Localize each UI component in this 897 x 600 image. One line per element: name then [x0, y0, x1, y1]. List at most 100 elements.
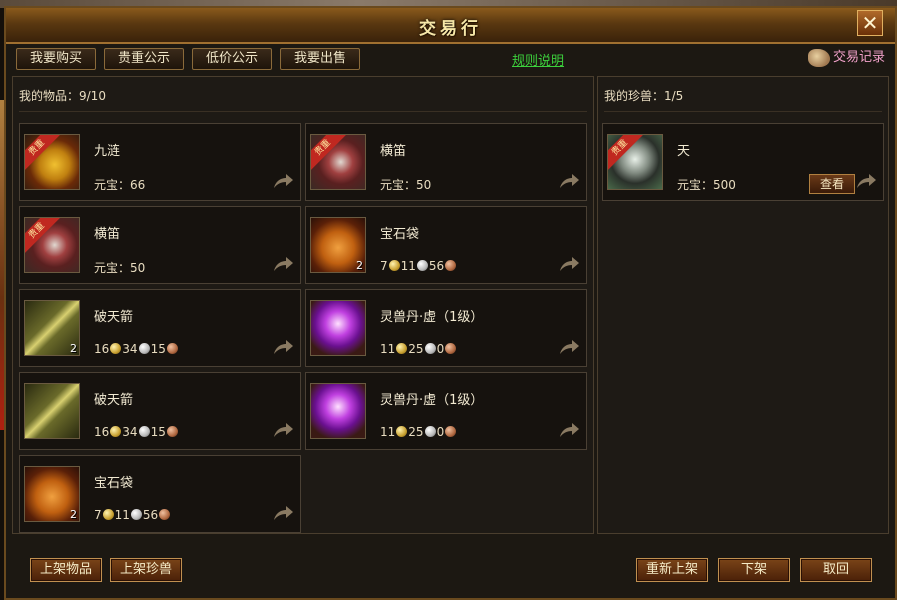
gem-bag-icon: 2 — [310, 217, 366, 273]
item-slot[interactable]: 2 宝石袋 7 11 56 — [305, 206, 587, 284]
amulet-icon: 贵重 — [24, 134, 80, 190]
tab-sell[interactable]: 我要出售 — [280, 48, 360, 70]
gold-amount: 7 — [94, 508, 102, 522]
gold-amount: 7 — [380, 259, 388, 273]
item-price: 11 25 0 — [380, 342, 457, 356]
item-slot[interactable]: 灵兽丹·虚（1级） 11 25 0 — [305, 372, 587, 450]
item-name: 横笛 — [94, 227, 121, 242]
items-panel: 我的物品：9/10 贵重 九涟 元宝：66 贵重 横笛 元宝：50 贵重 横笛 元宝：50 2 宝石… — [12, 76, 594, 534]
silver-coin-icon — [424, 343, 436, 354]
silver-coin-icon — [138, 343, 150, 354]
orb-icon — [310, 300, 366, 356]
delist-button[interactable]: 下架 — [718, 558, 790, 582]
gem-bag-icon: 2 — [24, 466, 80, 522]
gold-coin-icon — [396, 426, 408, 437]
item-name: 宝石袋 — [380, 227, 420, 242]
retrieve-button[interactable]: 取回 — [800, 558, 872, 582]
silver-amount: 34 — [122, 425, 138, 439]
beast-icon: 贵重 — [607, 134, 663, 190]
share-arrow-icon[interactable] — [855, 172, 877, 190]
list-pet-button[interactable]: 上架珍兽 — [110, 558, 182, 582]
copper-coin-icon — [445, 260, 457, 271]
share-arrow-icon[interactable] — [558, 421, 580, 439]
orb-icon — [310, 383, 366, 439]
share-arrow-icon[interactable] — [272, 172, 294, 190]
item-slot[interactable]: 贵重 横笛元宝：50 — [305, 123, 587, 201]
rules-link[interactable]: 规则说明 — [512, 50, 564, 69]
silver-amount: 11 — [400, 259, 416, 273]
relist-button[interactable]: 重新上架 — [636, 558, 708, 582]
silver-coin-icon — [416, 260, 428, 271]
gold-amount: 16 — [94, 425, 110, 439]
item-price: 元宝：50 — [380, 178, 432, 192]
copper-coin-icon — [166, 343, 178, 354]
close-button[interactable]: ✕ — [857, 10, 883, 36]
item-slot[interactable]: 破天箭 16 34 15 — [19, 372, 301, 450]
share-arrow-icon[interactable] — [272, 338, 294, 356]
view-pet-button[interactable]: 查看 — [809, 174, 855, 194]
stack-count: 2 — [70, 508, 77, 521]
item-name: 灵兽丹·虚（1级） — [380, 310, 484, 325]
item-slot[interactable]: 贵重 横笛元宝：50 — [19, 206, 301, 284]
tab-valuable-notice[interactable]: 贵重公示 — [104, 48, 184, 70]
silver-amount: 11 — [114, 508, 130, 522]
pet-slot[interactable]: 贵重 天 元宝：500 查看 — [602, 123, 884, 201]
item-price: 11 25 0 — [380, 425, 457, 439]
trade-record-label: 交易记录 — [832, 50, 885, 65]
items-panel-header: 我的物品：9/10 — [19, 89, 106, 103]
silver-amount: 34 — [122, 342, 138, 356]
item-name: 横笛 — [380, 144, 407, 159]
share-arrow-icon[interactable] — [558, 172, 580, 190]
share-arrow-icon[interactable] — [558, 255, 580, 273]
gold-coin-icon — [102, 509, 114, 520]
stack-count: 2 — [70, 342, 77, 355]
item-price: 16 34 15 — [94, 425, 179, 439]
copper-coin-icon — [445, 343, 457, 354]
scroll-icon — [807, 48, 830, 67]
copper-amount: 0 — [436, 425, 445, 439]
pet-name: 天 — [677, 144, 691, 159]
gold-coin-icon — [110, 343, 122, 354]
silver-amount: 25 — [408, 342, 424, 356]
copper-amount: 56 — [142, 508, 159, 522]
item-name: 灵兽丹·虚（1级） — [380, 393, 484, 408]
item-price: 7 11 56 — [94, 508, 171, 522]
item-slot[interactable]: 贵重 九涟 元宝：66 — [19, 123, 301, 201]
flute-icon: 贵重 — [24, 217, 80, 273]
list-item-button[interactable]: 上架物品 — [30, 558, 102, 582]
window-title: 交易行 — [419, 19, 482, 39]
tab-buy[interactable]: 我要购买 — [16, 48, 96, 70]
arrow-icon: 2 — [24, 300, 80, 356]
share-arrow-icon[interactable] — [558, 338, 580, 356]
tab-low-price-notice[interactable]: 低价公示 — [192, 48, 272, 70]
share-arrow-icon[interactable] — [272, 255, 294, 273]
title-bar: 交易行 ✕ — [6, 8, 895, 44]
pets-panel: 我的珍兽：1/5 贵重 天 元宝：500 查看 — [597, 76, 889, 534]
item-price: 7 11 56 — [380, 259, 457, 273]
flute-icon: 贵重 — [310, 134, 366, 190]
share-arrow-icon[interactable] — [272, 421, 294, 439]
item-slot[interactable]: 2 破天箭 16 34 15 — [19, 289, 301, 367]
silver-coin-icon — [130, 509, 142, 520]
trade-record-button[interactable]: 交易记录 — [807, 46, 885, 70]
copper-amount: 0 — [436, 342, 445, 356]
copper-coin-icon — [159, 509, 171, 520]
share-arrow-icon[interactable] — [272, 504, 294, 522]
item-name: 宝石袋 — [94, 476, 134, 491]
silver-coin-icon — [138, 426, 150, 437]
gold-amount: 11 — [380, 425, 396, 439]
item-price: 16 34 15 — [94, 342, 179, 356]
pet-price: 元宝：500 — [677, 178, 736, 192]
item-slot[interactable]: 2 宝石袋 7 11 56 — [19, 455, 301, 533]
copper-amount: 56 — [428, 259, 445, 273]
gold-amount: 16 — [94, 342, 110, 356]
copper-amount: 15 — [150, 342, 166, 356]
divider — [604, 111, 882, 112]
copper-coin-icon — [445, 426, 457, 437]
silver-amount: 25 — [408, 425, 424, 439]
item-slot[interactable]: 灵兽丹·虚（1级） 11 25 0 — [305, 289, 587, 367]
arrow-icon — [24, 383, 80, 439]
gold-coin-icon — [388, 260, 400, 271]
item-price: 元宝：50 — [94, 261, 146, 275]
copper-coin-icon — [166, 426, 178, 437]
